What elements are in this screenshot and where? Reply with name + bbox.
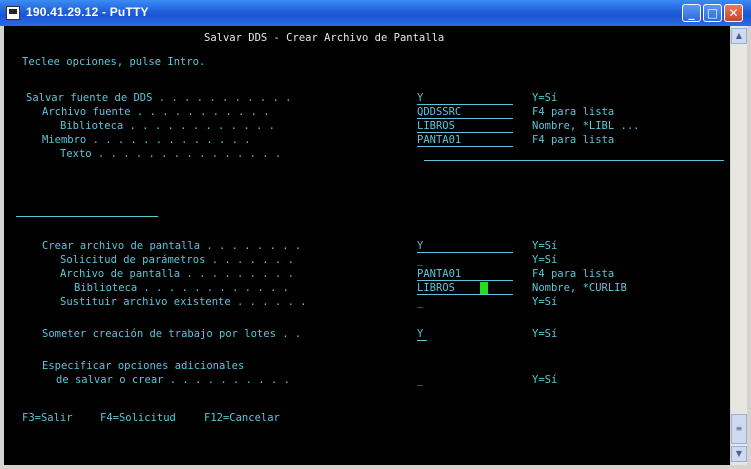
field-label: Especificar opciones adicionales xyxy=(42,360,245,372)
field-hint: Y=Sí xyxy=(532,328,558,340)
field-label: Biblioteca . . . . . . . . . . . . xyxy=(74,282,289,294)
screen-header: Salvar DDS - Crear Archivo de Pantalla xyxy=(204,32,445,44)
text-cursor xyxy=(480,282,488,294)
member-input[interactable]: PANTA01 xyxy=(417,134,513,147)
minimize-button[interactable]: _ xyxy=(682,4,701,22)
instructions-text: Teclee opciones, pulse Intro. xyxy=(22,56,206,68)
field-label: Biblioteca . . . . . . . . . . . . xyxy=(60,120,275,132)
maximize-button[interactable]: □ xyxy=(703,4,722,22)
scroll-down-button[interactable]: ▼ xyxy=(731,446,747,462)
scroll-thumb[interactable]: ≡ xyxy=(731,414,747,444)
additional-options-input[interactable]: _ xyxy=(417,374,423,386)
fkey-cancel[interactable]: F12=Cancelar xyxy=(204,412,280,424)
display-library-input[interactable]: LIBROS xyxy=(417,282,513,295)
field-hint: F4 para lista xyxy=(532,134,615,146)
field-hint: Y=Sí xyxy=(532,374,558,386)
field-hint: Y=Sí xyxy=(532,296,558,308)
display-file-input[interactable]: PANTA01 xyxy=(417,268,513,281)
field-label: Archivo de pantalla . . . . . . . . . xyxy=(60,268,294,280)
fkey-exit[interactable]: F3=Salir xyxy=(22,412,73,424)
prompt-params-input[interactable]: _ xyxy=(417,254,423,266)
field-label: Someter creación de trabajo por lotes . … xyxy=(42,328,302,340)
field-label: Salvar fuente de DDS . . . . . . . . . .… xyxy=(26,92,292,104)
terminal-screen[interactable]: Salvar DDS - Crear Archivo de Pantalla T… xyxy=(4,26,730,465)
field-label: Texto . . . . . . . . . . . . . . . xyxy=(60,148,282,160)
field-hint: Y=Sí xyxy=(532,240,558,252)
title-bar[interactable]: 190.41.29.12 - PuTTY _ □ ✕ xyxy=(0,0,751,26)
field-label: de salvar o crear . . . . . . . . . . xyxy=(56,374,290,386)
submit-batch-input[interactable]: Y xyxy=(417,328,427,341)
field-hint: F4 para lista xyxy=(532,106,615,118)
text-input-line-cont[interactable] xyxy=(16,216,158,217)
window-title: 190.41.29.12 - PuTTY xyxy=(26,5,149,19)
fkey-prompt[interactable]: F4=Solicitud xyxy=(100,412,176,424)
field-hint: Y=Sí xyxy=(532,92,558,104)
field-label: Crear archivo de pantalla . . . . . . . … xyxy=(42,240,302,252)
save-source-input[interactable]: Y xyxy=(417,92,513,105)
field-label: Solicitud de parámetros . . . . . . . xyxy=(60,254,294,266)
field-hint: Nombre, *CURLIB xyxy=(532,282,627,294)
vertical-scrollbar[interactable]: ▲ ≡ ▼ xyxy=(731,26,747,465)
putty-icon[interactable] xyxy=(6,6,20,20)
replace-file-input[interactable]: _ xyxy=(417,296,423,308)
field-hint: Y=Sí xyxy=(532,254,558,266)
putty-window: 190.41.29.12 - PuTTY _ □ ✕ Salvar DDS - … xyxy=(0,0,751,469)
close-button[interactable]: ✕ xyxy=(724,4,743,22)
field-label: Archivo fuente . . . . . . . . . . . xyxy=(42,106,270,118)
field-hint: Nombre, *LIBL ... xyxy=(532,120,640,132)
field-label: Miembro . . . . . . . . . . . . . xyxy=(42,134,251,146)
source-file-input[interactable]: QDDSSRC xyxy=(417,106,513,119)
source-library-input[interactable]: LIBROS xyxy=(417,120,513,133)
field-label: Sustituir archivo existente . . . . . . xyxy=(60,296,307,308)
scroll-up-button[interactable]: ▲ xyxy=(731,28,747,44)
text-input-line[interactable] xyxy=(424,160,724,161)
field-hint: F4 para lista xyxy=(532,268,615,280)
create-display-input[interactable]: Y xyxy=(417,240,513,253)
